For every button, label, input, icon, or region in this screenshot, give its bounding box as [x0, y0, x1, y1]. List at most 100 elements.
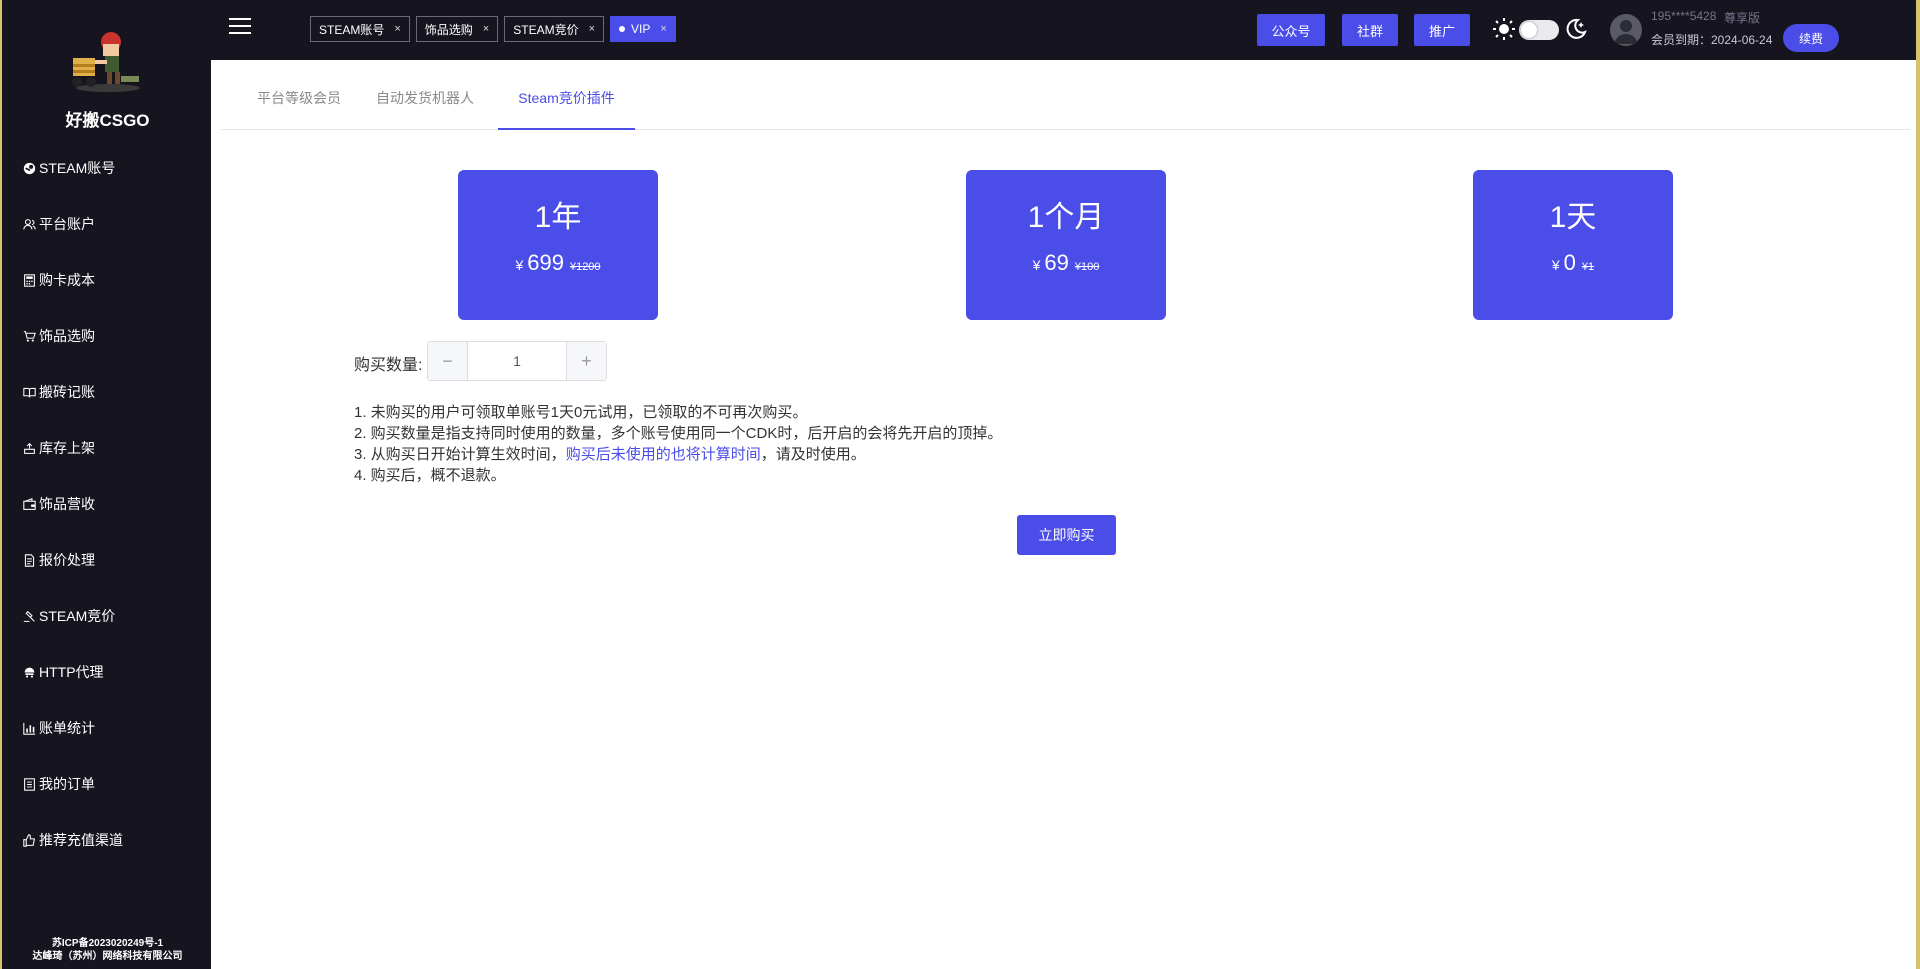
- subtabs: 平台等级会员 自动发货机器人 Steam竞价插件: [221, 60, 1910, 130]
- promote-button[interactable]: 推广: [1414, 14, 1470, 46]
- price-value: 69: [1044, 250, 1069, 275]
- sidebar-item-label: HTTP代理: [39, 664, 104, 680]
- sidebar-item-label: 账单统计: [39, 720, 95, 736]
- buy-now-button[interactable]: 立即购买: [1017, 515, 1116, 555]
- tab-label: STEAM竞价: [513, 22, 579, 37]
- sidebar-item-label: 购卡成本: [39, 272, 95, 288]
- sidebar-item-label: 饰品营收: [39, 496, 95, 512]
- plan-price: ¥699 ¥1200: [458, 250, 658, 276]
- community-button[interactable]: 社群: [1342, 14, 1398, 46]
- close-icon[interactable]: ×: [589, 23, 595, 35]
- sidebar-item-ledger[interactable]: 搬砖记账: [2, 364, 213, 420]
- calculator-icon: [21, 272, 37, 288]
- note-3-highlight-link[interactable]: 购买后未使用的也将计算时间: [566, 446, 761, 463]
- footer: 苏ICP备2023020249号-1 达峰琦（苏州）网络科技有限公司: [2, 937, 213, 963]
- sidebar-item-my-orders[interactable]: 我的订单: [2, 756, 213, 812]
- book-icon: [21, 384, 37, 400]
- sidebar-item-skin-revenue[interactable]: 饰品营收: [2, 476, 213, 532]
- icp-license[interactable]: 苏ICP备2023020249号-1: [2, 937, 213, 950]
- sidebar-item-label: 我的订单: [39, 776, 95, 792]
- user-level: 尊享版: [1724, 11, 1761, 25]
- sidebar: 好搬CSGO STEAM账号 平台账户 购卡成本 饰品选购 搬砖记账 库存上架: [0, 0, 211, 969]
- avatar[interactable]: [1610, 14, 1642, 46]
- sidebar-item-card-cost[interactable]: 购卡成本: [2, 252, 213, 308]
- tab-label: VIP: [631, 22, 651, 36]
- tab-label: 饰品选购: [424, 22, 473, 37]
- sidebar-item-label: 报价处理: [39, 552, 95, 568]
- decrease-button[interactable]: −: [428, 342, 468, 380]
- increase-button[interactable]: +: [566, 342, 606, 380]
- note-2: 2. 购买数量是指支持同时使用的数量，多个账号使用同一个CDK时，后开启的会将先…: [354, 425, 1003, 442]
- tab-steam-bidding-plugin[interactable]: Steam竞价插件: [498, 60, 635, 130]
- note-1: 1. 未购买的用户可领取单账号1天0元试用，已领取的不可再次购买。: [354, 404, 808, 421]
- document-icon: [21, 552, 37, 568]
- cart-icon: [21, 328, 37, 344]
- plan-price: ¥0 ¥1: [1473, 250, 1673, 276]
- sidebar-item-bill-stats[interactable]: 账单统计: [2, 700, 213, 756]
- plan-period: 1个月: [1027, 201, 1105, 234]
- mascot-logo-icon: [71, 32, 140, 92]
- thumbs-up-icon: [21, 832, 37, 848]
- user-avatar-icon: [1614, 20, 1638, 44]
- company-name: 达峰琦（苏州）网络科技有限公司: [32, 951, 183, 962]
- logo: [2, 28, 213, 99]
- sidebar-item-inventory-listing[interactable]: 库存上架: [2, 420, 213, 476]
- menu-toggle-icon[interactable]: [229, 18, 251, 38]
- moon-icon[interactable]: [1564, 17, 1588, 41]
- gavel-icon: [21, 608, 37, 624]
- sidebar-item-label: 库存上架: [39, 440, 95, 456]
- renew-button[interactable]: 续费: [1783, 24, 1839, 52]
- plan-price: ¥69 ¥100: [966, 250, 1166, 276]
- plan-period: 1天: [1549, 201, 1597, 234]
- sidebar-item-platform-account[interactable]: 平台账户: [2, 196, 213, 252]
- sidebar-item-steam-account[interactable]: STEAM账号: [2, 140, 213, 196]
- old-price: ¥1200: [569, 261, 601, 273]
- sidebar-item-label: 搬砖记账: [39, 384, 95, 400]
- plan-card-year[interactable]: 1年 ¥699 ¥1200: [458, 170, 658, 320]
- old-price: ¥1: [1581, 261, 1595, 273]
- sidebar-item-label: 平台账户: [39, 216, 95, 232]
- toggle-knob: [1521, 22, 1537, 38]
- close-icon[interactable]: ×: [660, 23, 666, 35]
- brand-name: 好搬CSGO: [65, 111, 150, 130]
- plan-card-month[interactable]: 1个月 ¥69 ¥100: [966, 170, 1166, 320]
- sidebar-item-recommended-recharge[interactable]: 推荐充值渠道: [2, 812, 213, 868]
- open-tabs: STEAM账号 × 饰品选购 × STEAM竞价 × VIP ×: [310, 16, 682, 42]
- tab-steam-account[interactable]: STEAM账号 ×: [310, 16, 410, 42]
- official-account-button[interactable]: 公众号: [1257, 14, 1325, 46]
- tab-vip[interactable]: VIP ×: [610, 16, 676, 42]
- user-phone: 195****5428: [1651, 9, 1717, 23]
- note-3-prefix: 3. 从购买日开始计算生效时间，: [354, 446, 566, 463]
- sidebar-menu: STEAM账号 平台账户 购卡成本 饰品选购 搬砖记账 库存上架 饰品营收 报价…: [2, 140, 213, 868]
- sidebar-item-label: 饰品选购: [39, 328, 95, 344]
- theme-toggle[interactable]: [1519, 20, 1559, 40]
- main-content: 平台等级会员 自动发货机器人 Steam竞价插件 1年 ¥699 ¥1200 1个…: [211, 60, 1920, 969]
- sidebar-item-skin-shop[interactable]: 饰品选购: [2, 308, 213, 364]
- currency-symbol: ¥: [1551, 257, 1560, 273]
- close-icon[interactable]: ×: [483, 23, 489, 35]
- wallet-icon: [21, 496, 37, 512]
- close-icon[interactable]: ×: [394, 23, 400, 35]
- tab-label: STEAM账号: [319, 22, 385, 37]
- plan-card-day[interactable]: 1天 ¥0 ¥1: [1473, 170, 1673, 320]
- sidebar-item-steam-bidding[interactable]: STEAM竞价: [2, 588, 213, 644]
- old-price: ¥100: [1074, 261, 1100, 273]
- sidebar-item-label: 推荐充值渠道: [39, 832, 123, 848]
- quantity-input[interactable]: [468, 342, 566, 380]
- tab-auto-delivery-bot[interactable]: 自动发货机器人: [376, 60, 474, 130]
- sun-icon[interactable]: [1492, 17, 1516, 41]
- sidebar-item-label: STEAM竞价: [39, 608, 116, 624]
- sidebar-item-http-proxy[interactable]: HTTP代理: [2, 644, 213, 700]
- tab-steam-bidding[interactable]: STEAM竞价 ×: [504, 16, 605, 42]
- sidebar-item-label: STEAM账号: [39, 160, 116, 176]
- window-frame-edge: [1916, 0, 1920, 969]
- tab-platform-membership[interactable]: 平台等级会员: [257, 60, 341, 130]
- note-3-suffix: ，请及时使用。: [760, 446, 866, 463]
- steam-icon: [21, 160, 37, 176]
- active-dot-icon: [619, 26, 626, 32]
- tab-skin-shop[interactable]: 饰品选购 ×: [415, 16, 499, 42]
- quantity-label: 购买数量:: [354, 357, 423, 374]
- purchase-notes: 1. 未购买的用户可领取单账号1天0元试用，已领取的不可再次购买。 2. 购买数…: [354, 402, 1002, 486]
- sidebar-item-offer-processing[interactable]: 报价处理: [2, 532, 213, 588]
- price-value: 699: [527, 250, 564, 275]
